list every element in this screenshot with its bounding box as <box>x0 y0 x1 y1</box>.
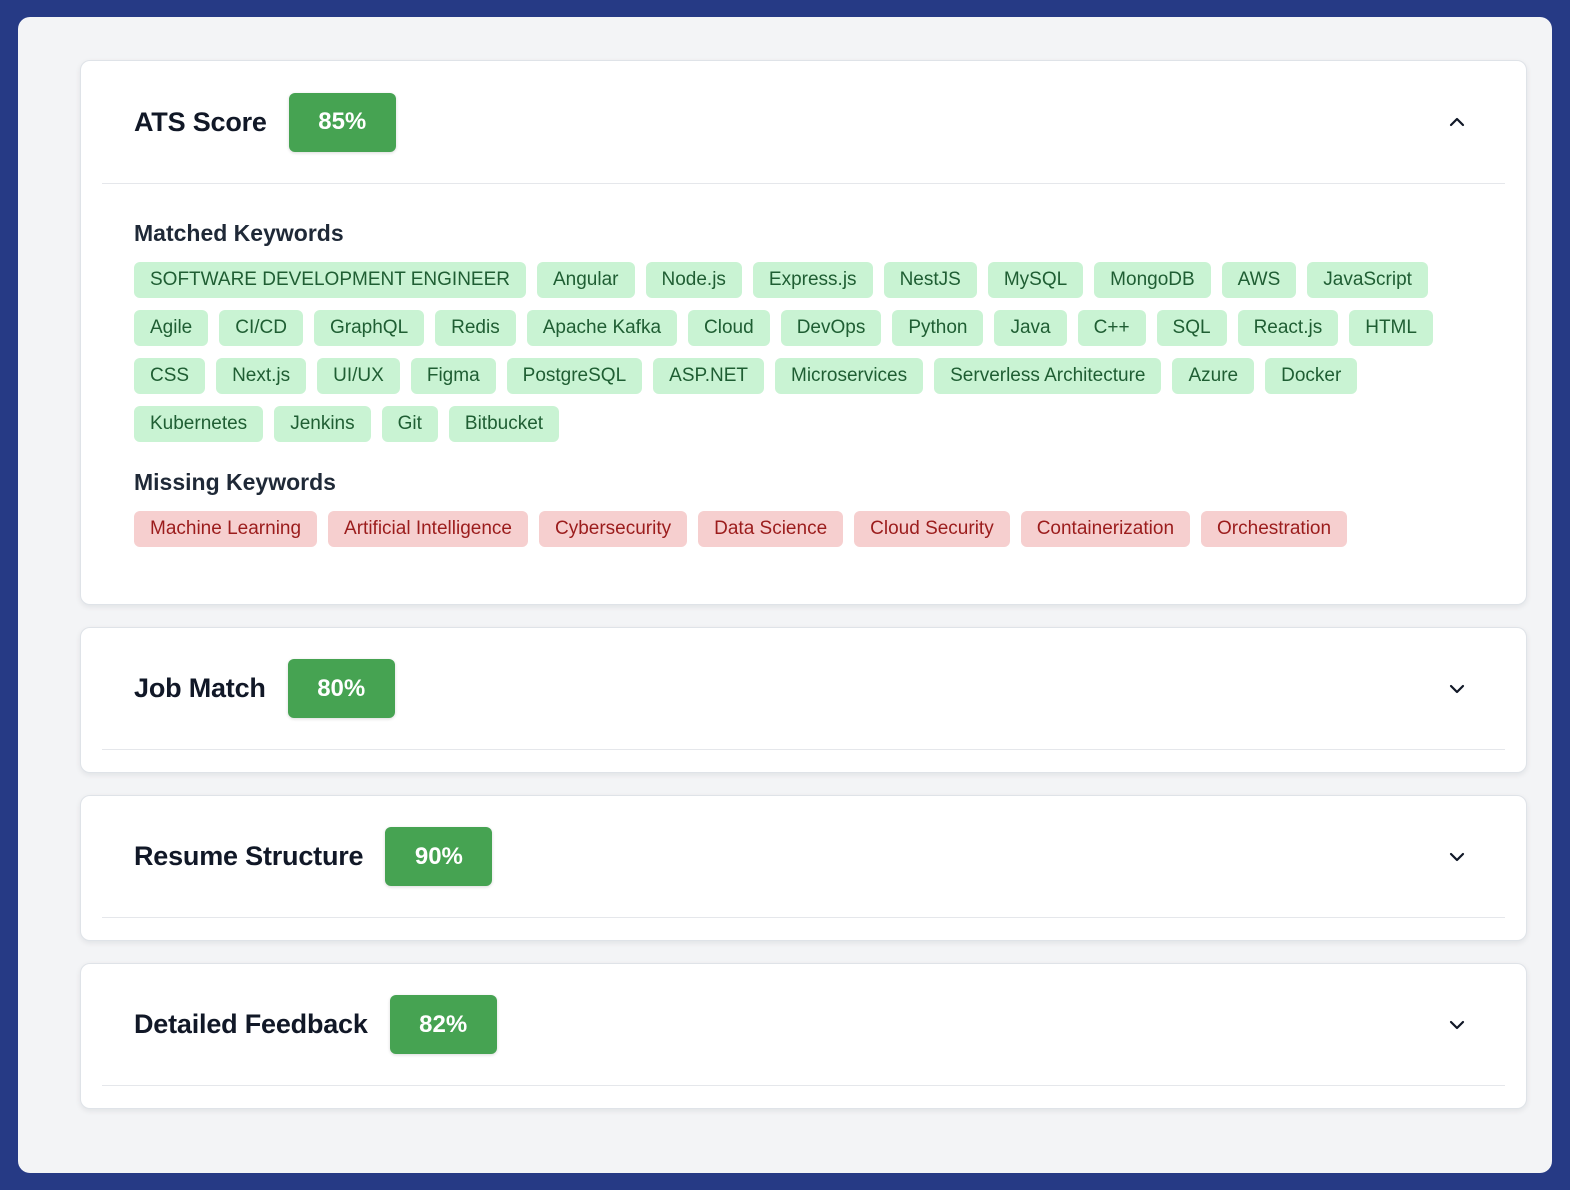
matched-keyword-tag: NestJS <box>883 262 977 298</box>
missing-keyword-tag: Cybersecurity <box>538 511 688 547</box>
matched-keyword-tag: DevOps <box>780 310 882 346</box>
matched-keyword-tag: Serverless Architecture <box>934 358 1162 394</box>
chevron-up-icon[interactable] <box>1447 112 1467 132</box>
matched-keyword-tag: Node.js <box>645 262 742 298</box>
matched-keyword-tag: AWS <box>1221 262 1297 298</box>
matched-keyword-tag: C++ <box>1077 310 1146 346</box>
accordion-resume-structure: Resume Structure 90% <box>80 795 1527 941</box>
matched-keyword-tag: Bitbucket <box>448 406 560 442</box>
missing-keyword-tag: Containerization <box>1020 511 1191 547</box>
accordion-job-match: Job Match 80% <box>80 627 1527 773</box>
matched-keyword-tag: CI/CD <box>219 310 303 346</box>
matched-keyword-tag: CSS <box>134 358 206 394</box>
missing-keyword-tag: Cloud Security <box>854 511 1010 547</box>
missing-keyword-tag: Artificial Intelligence <box>328 511 528 547</box>
accordion-ats-score: ATS Score 85% Matched Keywords SOFTWARE … <box>80 60 1527 605</box>
matched-keywords-list: SOFTWARE DEVELOPMENT ENGINEER Angular Node… <box>134 262 1464 442</box>
score-badge: 80% <box>287 659 395 718</box>
matched-keyword-tag: UI/UX <box>317 358 400 394</box>
accordion-header-job-match[interactable]: Job Match 80% <box>102 628 1505 750</box>
chevron-down-icon[interactable] <box>1447 679 1467 699</box>
matched-keyword-tag: Cloud <box>688 310 770 346</box>
main-panel: ATS Score 85% Matched Keywords SOFTWARE … <box>18 17 1552 1173</box>
matched-keyword-tag: Python <box>892 310 984 346</box>
score-badge: 82% <box>389 995 497 1054</box>
missing-keyword-tag: Data Science <box>698 511 844 547</box>
section-title: Resume Structure <box>134 841 364 871</box>
chevron-down-icon[interactable] <box>1447 847 1467 867</box>
matched-keyword-tag: JavaScript <box>1307 262 1428 298</box>
accordion-header-resume-structure[interactable]: Resume Structure 90% <box>102 796 1505 918</box>
matched-keyword-tag: MySQL <box>987 262 1084 298</box>
matched-keyword-tag: Agile <box>134 310 209 346</box>
matched-keyword-tag: Docker <box>1265 358 1358 394</box>
matched-keyword-tag: SQL <box>1156 310 1227 346</box>
section-title: Job Match <box>134 673 266 703</box>
matched-keyword-tag: Next.js <box>216 358 307 394</box>
matched-keyword-tag: MongoDB <box>1094 262 1211 298</box>
chevron-down-icon[interactable] <box>1447 1015 1467 1035</box>
matched-keyword-tag: React.js <box>1237 310 1339 346</box>
accordion-detailed-feedback: Detailed Feedback 82% <box>80 963 1527 1109</box>
matched-keyword-tag: Jenkins <box>274 406 371 442</box>
section-title: Detailed Feedback <box>134 1009 368 1039</box>
matched-keyword-tag: ASP.NET <box>653 358 764 394</box>
matched-keywords-label: Matched Keywords <box>134 220 344 246</box>
matched-keyword-tag: Azure <box>1172 358 1255 394</box>
missing-keyword-tag: Machine Learning <box>134 511 318 547</box>
matched-keyword-tag: Figma <box>410 358 496 394</box>
matched-keyword-tag: Kubernetes <box>134 406 264 442</box>
matched-keyword-tag: GraphQL <box>313 310 425 346</box>
matched-keyword-tag: Git <box>381 406 438 442</box>
matched-keyword-tag: Redis <box>435 310 516 346</box>
missing-keywords-label: Missing Keywords <box>134 469 336 495</box>
section-title: ATS Score <box>134 106 267 137</box>
matched-keyword-tag: SOFTWARE DEVELOPMENT ENGINEER <box>134 262 526 298</box>
matched-keyword-tag: PostgreSQL <box>506 358 643 394</box>
matched-keyword-tag: HTML <box>1349 310 1433 346</box>
accordion-body-ats-score: Matched Keywords SOFTWARE DEVELOPMENT EN… <box>81 184 1526 547</box>
score-badge: 90% <box>385 827 493 886</box>
missing-keyword-tag: Orchestration <box>1201 511 1348 547</box>
accordion-header-detailed-feedback[interactable]: Detailed Feedback 82% <box>102 964 1505 1086</box>
score-badge: 85% <box>288 92 396 152</box>
missing-keywords-list: Machine Learning Artificial Intelligence C… <box>134 511 1464 547</box>
matched-keyword-tag: Express.js <box>752 262 873 298</box>
matched-keyword-tag: Microservices <box>775 358 924 394</box>
accordion-header-ats-score[interactable]: ATS Score 85% <box>102 61 1505 184</box>
matched-keyword-tag: Java <box>994 310 1067 346</box>
matched-keyword-tag: Angular <box>537 262 635 298</box>
matched-keyword-tag: Apache Kafka <box>526 310 678 346</box>
